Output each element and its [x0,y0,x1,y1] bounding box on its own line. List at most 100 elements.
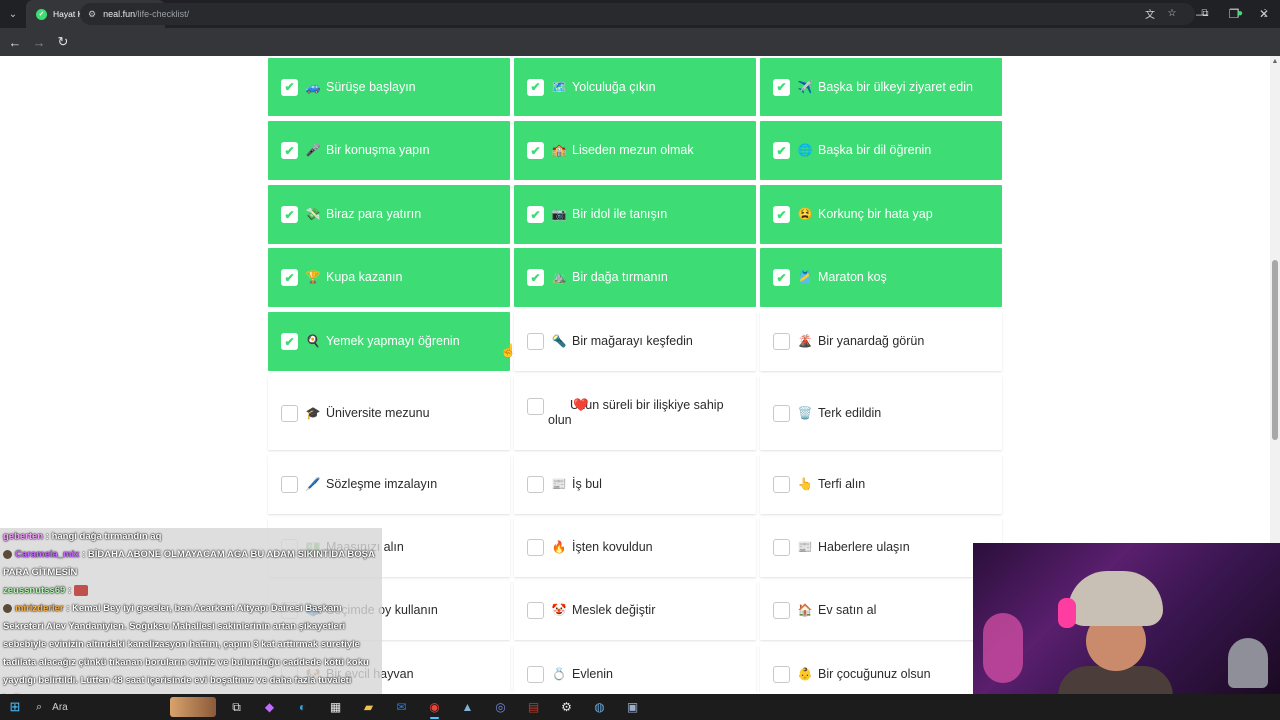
checklist-item[interactable]: ✔ 📷 Bir idol ile tanışın [514,185,756,244]
checkbox-checked-icon[interactable]: ✔ [281,142,298,159]
checklist-item[interactable]: 🖊️ Sözleşme imzalayın [268,455,510,514]
checklist-item[interactable]: ✔ ⛰️ Bir dağa tırmanın [514,248,756,307]
checkbox-checked-icon[interactable]: ✔ [527,78,544,96]
checklist-item[interactable]: ❤️ Uzun süreli bir ilişkiye sahip olun [514,376,756,450]
outlook-icon[interactable]: ✉ [385,694,418,720]
checklist-item-label: Yemek yapmayı öğrenin [326,334,460,348]
bookmark-star-icon[interactable]: ☆ [1165,6,1179,20]
copilot-icon[interactable]: ◆ [253,694,286,720]
checkbox-empty[interactable] [773,602,790,619]
scrollbar-thumb[interactable] [1272,260,1278,440]
checkbox-empty[interactable] [773,404,790,422]
checkbox-checked-icon[interactable]: ✔ [527,142,544,159]
checklist-item[interactable]: 🌋 Bir yanardağ görün [760,312,1002,371]
taskbar-search[interactable]: ⌕ Ara [30,697,220,717]
checklist-item[interactable]: ✔ 🎤 Bir konuşma yapın [268,121,510,180]
item-emoji-icon: 🖊️ [305,477,321,491]
translate-icon[interactable]: 文 [1143,6,1157,21]
checklist-item-label: Üniversite mezunu [326,405,430,420]
checklist-item[interactable]: ✔ ✈️ Başka bir ülkeyi ziyaret edin [760,58,1002,116]
checkbox-empty[interactable] [527,476,544,493]
calculator-icon[interactable]: ▣ [616,694,649,720]
extensions-icon[interactable]: ⧉ [1198,6,1212,20]
checkbox-checked-icon[interactable]: ✔ [773,78,790,96]
item-emoji-icon: 🗑️ [797,405,813,420]
checklist-item[interactable]: ✔ 💸 Biraz para yatırın [268,185,510,244]
checklist-item[interactable]: 🔦 Bir mağarayı keşfedin [514,312,756,371]
checkbox-empty[interactable] [281,404,298,422]
app-icon-3[interactable]: ⚙ [550,694,583,720]
checkbox-checked-icon[interactable]: ✔ [773,142,790,159]
checkbox-empty[interactable] [773,539,790,556]
checklist-item[interactable]: ✔ 🏫 Liseden mezun olmak [514,121,756,180]
checklist-item[interactable]: 🔥 İşten kovuldun [514,518,756,577]
checklist-item[interactable]: ✔ 🏆 Kupa kazanın [268,248,510,307]
checklist-item[interactable]: 🎓 Üniversite mezunu [268,376,510,450]
chat-emote-icon [73,584,88,596]
discord-icon[interactable]: ◎ [484,694,517,720]
scroll-up-icon[interactable]: ▲ [1270,58,1280,68]
app-icon-1[interactable]: ▲ [451,694,484,720]
chat-message: Caramela_mix : BİDAHA ABONE OLMAYACAM AG… [3,546,379,582]
checklist-item[interactable]: ✔ 🗺️ Yolculuğa çıkın [514,58,756,116]
checklist-item[interactable]: ✔ 🌐 Başka bir dil öğrenin [760,121,1002,180]
chat-badge-icon [3,549,12,559]
checkbox-checked-icon[interactable]: ✔ [527,269,544,286]
checkbox-empty[interactable] [773,476,790,493]
checklist-item[interactable]: 🤡 Meslek değiştir [514,581,756,640]
checkbox-checked-icon[interactable]: ✔ [281,206,298,223]
menu-dots-icon[interactable]: ⋮ [1258,6,1272,20]
checklist-item-label: Terfi alın [818,477,866,491]
item-emoji-icon: 🌐 [797,143,813,157]
checkbox-empty[interactable] [527,602,544,619]
item-emoji-icon: 🤡 [551,603,567,617]
checkbox-checked-icon[interactable]: ✔ [773,269,790,286]
checkbox-empty[interactable] [527,539,544,556]
chat-username[interactable]: Caramela_mix [15,549,79,560]
checklist-item[interactable]: ✔ 🚙 Sürüşe başlayın [268,58,510,116]
checklist-item[interactable]: 🏠 Ev satın al [760,581,1002,640]
reload-icon[interactable]: ↻ [51,30,75,54]
checklist-item-label: Başka bir dil öğrenin [818,143,932,157]
app-icon-2[interactable]: ▤ [517,694,550,720]
address-bar[interactable]: ⚙ neal.fun/life-checklist/ [80,3,1195,25]
forward-icon[interactable]: → [27,30,51,54]
checklist-item[interactable]: 📰 İş bul [514,455,756,514]
checkbox-empty[interactable] [527,666,544,683]
checkbox-checked-icon[interactable]: ✔ [281,269,298,286]
windows-start-icon[interactable]: ⊞ [0,694,30,720]
steam-icon[interactable]: ◍ [583,694,616,720]
checklist-item[interactable]: 📰 Haberlere ulaşın [760,518,1002,577]
chat-username[interactable]: mirizderler [15,603,64,614]
checklist-item[interactable]: ✔ 😫 Korkunç bir hata yap [760,185,1002,244]
chat-separator: : [65,585,74,596]
checkbox-empty[interactable] [527,398,544,415]
chat-username[interactable]: zeussnutss69 [3,585,65,596]
checklist-item[interactable]: 🗑️ Terk edildin [760,376,1002,450]
checkbox-checked-icon[interactable]: ✔ [773,206,790,223]
back-icon[interactable]: ← [3,30,27,54]
site-info-icon[interactable]: ⚙ [88,9,96,20]
profile-icon[interactable]: ● [1233,6,1247,20]
browser-toolbar: ← → ↻ [0,28,1280,56]
checklist-item[interactable]: 👆 Terfi alın [760,455,1002,514]
checkbox-empty[interactable] [281,476,298,493]
checkbox-empty[interactable] [773,666,790,683]
checklist-item[interactable]: 💍 Evlenin [514,645,756,692]
checkbox-empty[interactable] [527,333,544,350]
checkbox-checked-icon[interactable]: ✔ [281,333,298,350]
checklist-item[interactable]: ✔ 🍳 Yemek yapmayı öğrenin [268,312,510,371]
task-view-icon[interactable]: ⧉ [220,694,253,720]
checkbox-checked-icon[interactable]: ✔ [527,206,544,223]
store-icon[interactable]: ▦ [319,694,352,720]
checkbox-checked-icon[interactable]: ✔ [281,78,298,96]
item-emoji-icon: 📷 [551,207,567,221]
tab-search-icon[interactable]: ⌄ [0,0,26,28]
chat-username[interactable]: geberten [3,531,43,542]
checklist-item[interactable]: ✔ 🎽 Maraton koş [760,248,1002,307]
edge-icon[interactable]: ◐ [286,694,319,720]
checklist-item[interactable]: 👶 Bir çocuğunuz olsun [760,645,1002,692]
chrome-icon[interactable]: ◉ [418,694,451,720]
checkbox-empty[interactable] [773,333,790,350]
explorer-icon[interactable]: ▰ [352,694,385,720]
